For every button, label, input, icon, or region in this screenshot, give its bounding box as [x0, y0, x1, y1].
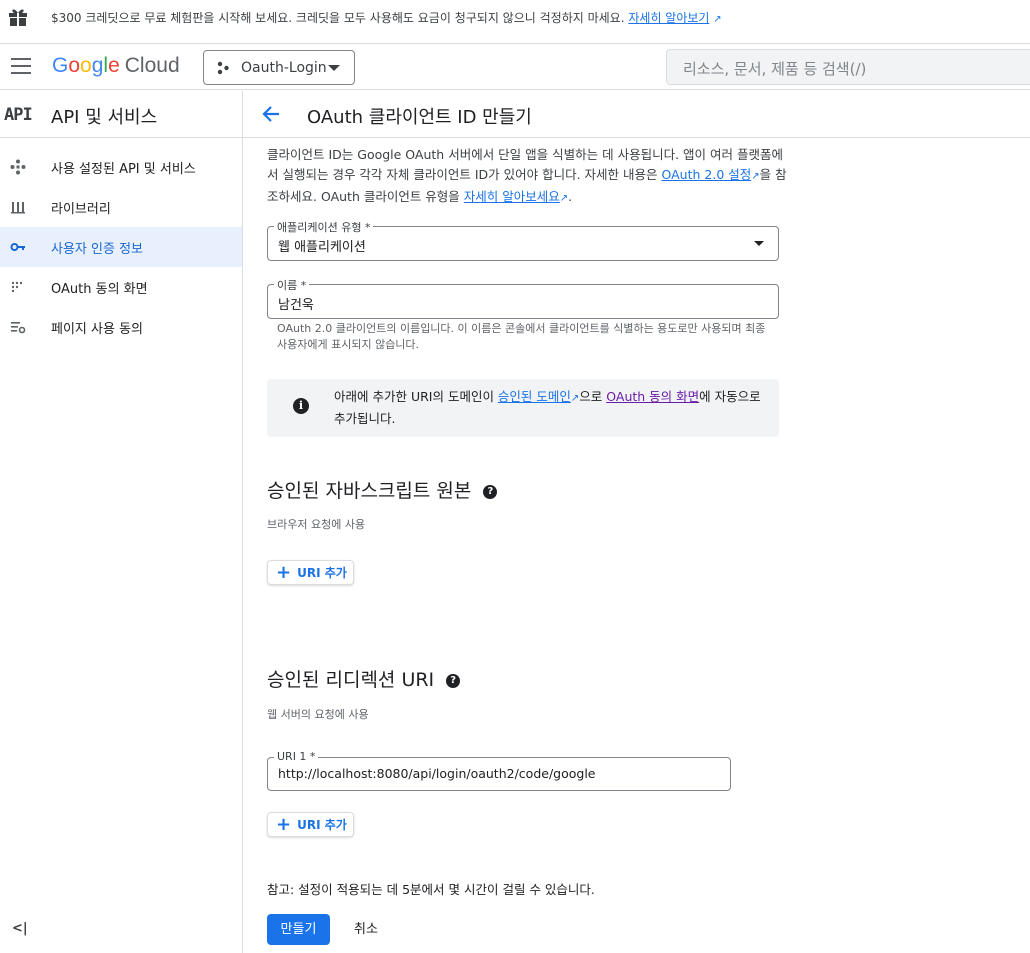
help-icon[interactable]: ? — [446, 674, 461, 688]
api-diamond-icon — [10, 159, 26, 175]
sidebar-header: API API 및 서비스 — [0, 91, 243, 138]
settings-list-icon — [11, 322, 26, 334]
application-type-label: 애플리케이션 유형 * — [274, 219, 374, 235]
collapse-sidebar-icon[interactable]: <| — [12, 921, 28, 936]
sidebar-item-label: OAuth 동의 화면 — [51, 282, 148, 297]
gift-icon — [9, 9, 27, 26]
sidebar-item-label: 사용 설정된 API 및 서비스 — [51, 162, 196, 177]
sidebar-item-oauth-consent[interactable]: OAuth 동의 화면 — [0, 267, 242, 307]
js-origins-subtitle: 브라우저 요청에 사용 — [267, 518, 366, 531]
info-notice: i 아래에 추가한 URI의 도메인이 승인된 도메인↗으로 OAuth 동의 … — [267, 379, 779, 437]
external-link-icon: ↗ — [559, 193, 569, 204]
search-input[interactable]: 리소스, 문서, 제품 등 검색(/) — [666, 49, 1030, 85]
add-redirect-uri-button[interactable]: + URI 추가 — [267, 812, 354, 837]
main-menu-icon[interactable] — [11, 58, 31, 74]
redirect-uri-1-label: URI 1 * — [274, 750, 319, 763]
external-link-icon: ↗ — [751, 171, 760, 182]
project-dots-icon — [217, 61, 229, 74]
trial-banner: $300 크레딧으로 무료 체험판을 시작해 보세요. 크레딧을 모두 사용해도… — [0, 0, 1030, 34]
learn-more-link[interactable]: 자세히 알아보세요 — [464, 189, 560, 204]
chevron-down-icon — [328, 65, 340, 71]
back-arrow-icon[interactable] — [260, 103, 282, 125]
help-icon[interactable]: ? — [483, 485, 498, 499]
google-cloud-logo[interactable]: Google Cloud — [52, 54, 180, 78]
application-type-value: 웹 애플리케이션 — [278, 240, 366, 255]
sidebar-item-label: 라이브러리 — [51, 202, 111, 217]
top-header: Google Cloud Oauth-Login 리소스, 문서, 제품 등 검색… — [0, 43, 1030, 90]
sidebar-title: API 및 서비스 — [51, 107, 158, 128]
plus-icon: + — [276, 561, 292, 583]
create-button[interactable]: 만들기 — [267, 914, 330, 945]
authorized-domain-link[interactable]: 승인된 도메인 — [498, 389, 571, 404]
oauth-consent-link[interactable]: OAuth 동의 화면 — [606, 389, 699, 404]
sidebar-item-label: 사용자 인증 정보 — [51, 242, 143, 257]
plus-icon: + — [276, 813, 292, 835]
main-content: 클라이언트 ID는 Google OAuth 서버에서 단일 앱을 식별하는 데… — [243, 138, 1030, 953]
redirect-uri-1-field[interactable]: URI 1 * http://localhost:8080/api/login/… — [267, 750, 731, 791]
chevron-down-icon — [754, 241, 764, 246]
banner-text: $300 크레딧으로 무료 체험판을 시작해 보세요. 크레딧을 모두 사용해도… — [51, 11, 625, 25]
name-hint: OAuth 2.0 클라이언트의 이름입니다. 이 이름은 콘솔에서 클라이언트… — [277, 322, 766, 351]
add-js-origin-uri-button[interactable]: + URI 추가 — [267, 560, 354, 585]
redirect-uris-title: 승인된 리디렉션 URI? — [267, 665, 461, 692]
intro-text: 클라이언트 ID는 Google OAuth 서버에서 단일 앱을 식별하는 데… — [267, 147, 787, 204]
js-origins-title: 승인된 자바스크립트 원본? — [267, 476, 498, 503]
sidebar-item-library[interactable]: 라이브러리 — [0, 187, 242, 227]
consent-dots-icon — [11, 281, 23, 293]
api-logo-icon: API — [4, 105, 33, 125]
library-icon — [11, 202, 25, 214]
info-icon: i — [293, 398, 309, 414]
settings-note: 참고: 설정이 적용되는 데 5분에서 몇 시간이 걸릴 수 있습니다. — [267, 882, 595, 897]
oauth-setup-link[interactable]: OAuth 2.0 설정 — [662, 167, 752, 182]
project-selector[interactable]: Oauth-Login — [203, 50, 355, 85]
sidebar: API API 및 서비스 사용 설정된 API 및 서비스 라이브러리 사용자… — [0, 91, 243, 953]
sidebar-item-enabled-apis[interactable]: 사용 설정된 API 및 서비스 — [0, 147, 242, 187]
name-field[interactable]: 이름 * 남건욱 — [267, 277, 779, 319]
banner-learn-more-link[interactable]: 자세히 알아보기 — [628, 11, 709, 25]
redirect-uris-subtitle: 웹 서버의 요청에 사용 — [267, 708, 369, 721]
key-icon — [10, 243, 25, 251]
project-name: Oauth-Login — [241, 59, 327, 76]
redirect-uri-1-value: http://localhost:8080/api/login/oauth2/c… — [278, 766, 596, 781]
external-link-icon: ↗ — [713, 14, 722, 25]
sidebar-item-page-usage[interactable]: 페이지 사용 동의 — [0, 307, 242, 347]
page-title: OAuth 클라이언트 ID 만들기 — [307, 107, 532, 128]
sidebar-item-label: 페이지 사용 동의 — [51, 322, 143, 337]
name-value: 남건욱 — [278, 298, 314, 313]
application-type-select[interactable]: 애플리케이션 유형 * 웹 애플리케이션 — [267, 219, 779, 261]
cancel-button[interactable]: 취소 — [354, 914, 378, 945]
name-label: 이름 * — [274, 277, 310, 293]
sidebar-item-credentials[interactable]: 사용자 인증 정보 — [0, 227, 242, 267]
page-header: OAuth 클라이언트 ID 만들기 — [243, 91, 1030, 138]
